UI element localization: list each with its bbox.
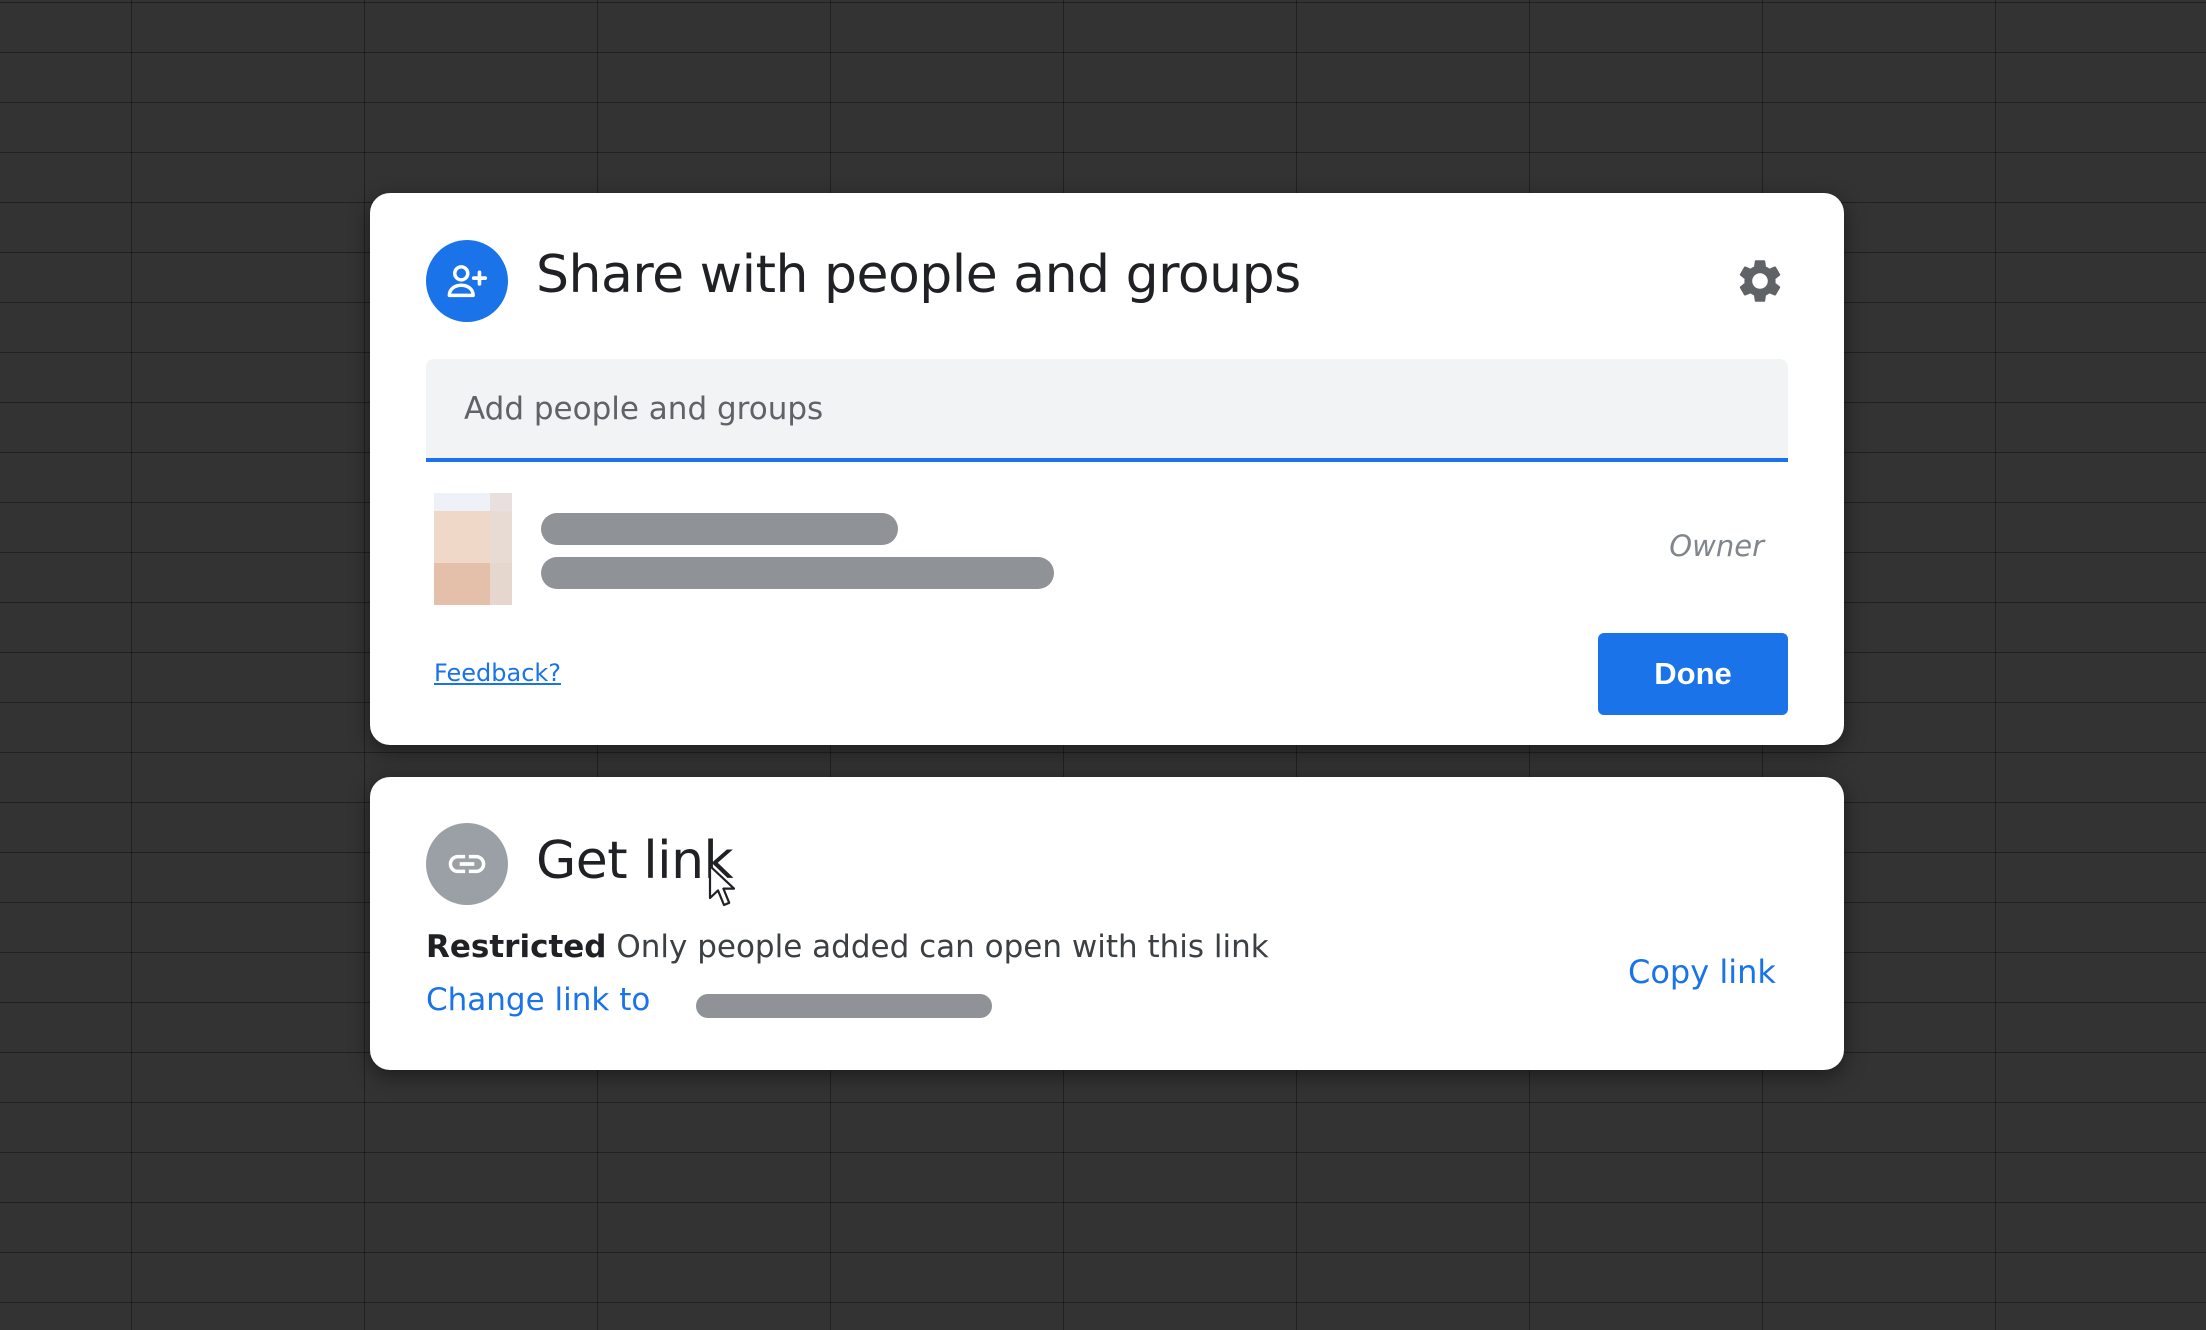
avatar — [434, 493, 512, 605]
feedback-link[interactable]: Feedback? — [434, 659, 561, 687]
change-link-label: Change link to — [426, 982, 651, 1018]
done-button[interactable]: Done — [1598, 633, 1788, 715]
redacted-organization — [696, 994, 992, 1018]
add-people-field[interactable] — [426, 359, 1788, 462]
add-people-input[interactable] — [426, 359, 1788, 458]
redacted-name — [541, 513, 898, 545]
share-dialog-title: Share with people and groups — [536, 245, 1301, 305]
access-summary: Restricted Only people added can open wi… — [426, 929, 1269, 965]
copy-link-button[interactable]: Copy link — [1628, 953, 1776, 991]
link-icon — [426, 823, 508, 905]
change-link-button[interactable]: Change link to — [426, 982, 992, 1018]
person-add-icon — [426, 240, 508, 322]
access-description: Only people added can open with this lin… — [616, 929, 1269, 965]
get-link-dialog: Get link Restricted Only people added ca… — [370, 777, 1844, 1070]
redacted-email — [541, 557, 1054, 589]
share-dialog: Share with people and groups Owner Feedb… — [370, 193, 1844, 745]
role-label: Owner — [1669, 529, 1764, 563]
settings-button[interactable] — [1732, 253, 1788, 309]
person-row: Owner — [426, 493, 1788, 609]
gear-icon — [1739, 260, 1781, 302]
access-level: Restricted — [426, 929, 607, 965]
get-link-title: Get link — [536, 831, 734, 891]
